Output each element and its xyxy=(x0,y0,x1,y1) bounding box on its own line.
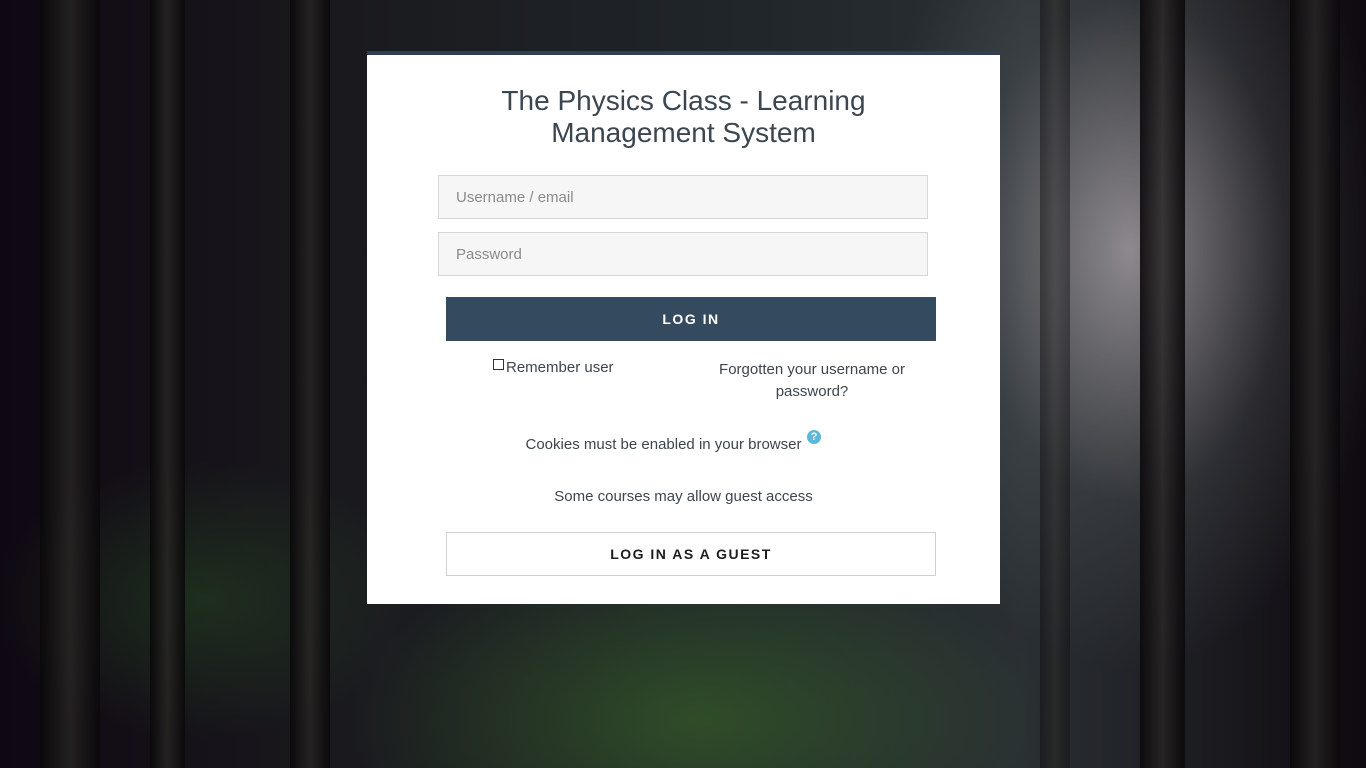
guest-access-note: Some courses may allow guest access xyxy=(554,488,813,505)
page-title: The Physics Class - Learning Management … xyxy=(501,85,866,148)
remember-user-checkbox[interactable] xyxy=(493,359,504,370)
password-input[interactable] xyxy=(438,232,928,276)
tree-trunk xyxy=(290,0,330,768)
username-input[interactable] xyxy=(438,175,928,219)
login-card: The Physics Class - Learning Management … xyxy=(367,51,1000,604)
cookies-notice-text: Cookies must be enabled in your browser xyxy=(525,436,802,453)
cookies-notice: Cookies must be enabled in your browser xyxy=(367,436,1000,453)
remember-user-toggle[interactable]: Remember user xyxy=(493,359,614,376)
guest-login-button[interactable]: LOG IN AS A GUEST xyxy=(446,532,936,576)
forgot-password-link[interactable]: Forgotten your username or password? xyxy=(707,359,917,403)
tree-trunk xyxy=(1140,0,1185,768)
tree-trunk xyxy=(40,0,100,768)
tree-trunk xyxy=(150,0,185,768)
tree-trunk xyxy=(1040,0,1070,768)
question-circle-icon[interactable]: ? xyxy=(807,430,821,444)
remember-user-label: Remember user xyxy=(506,359,614,376)
tree-trunk xyxy=(1290,0,1340,768)
login-button[interactable]: LOG IN xyxy=(446,297,936,341)
